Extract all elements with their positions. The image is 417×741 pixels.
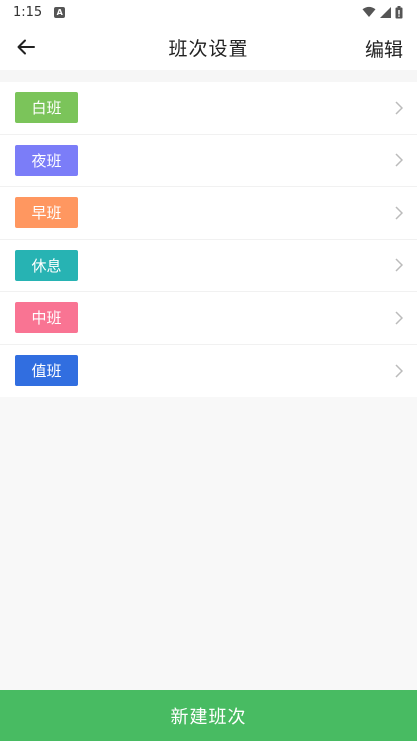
- new-shift-button[interactable]: 新建班次: [0, 690, 417, 741]
- battery-icon: [395, 5, 403, 18]
- shift-tag: 中班: [15, 302, 78, 334]
- shift-row-night[interactable]: 夜班: [0, 135, 417, 187]
- chevron-right-icon: [393, 258, 405, 272]
- shift-row-middle[interactable]: 中班: [0, 292, 417, 345]
- app-bar: 班次设置 编辑: [0, 24, 417, 70]
- shift-tag: 夜班: [15, 144, 78, 176]
- shift-row-duty[interactable]: 值班: [0, 345, 417, 398]
- shift-row-day[interactable]: 白班: [0, 82, 417, 135]
- edit-button[interactable]: 编辑: [365, 35, 403, 62]
- shift-list: 白班 夜班 早班 休息 中班 值班: [0, 82, 417, 397]
- chevron-right-icon: [393, 153, 405, 167]
- chevron-right-icon: [393, 206, 405, 220]
- back-button[interactable]: [14, 35, 38, 59]
- status-bar: 1:15 A: [0, 0, 417, 24]
- wifi-icon: [362, 6, 376, 17]
- page-title: 班次设置: [168, 37, 249, 60]
- section-divider: [0, 70, 417, 82]
- arrow-left-icon: [17, 39, 35, 55]
- shift-tag: 早班: [15, 197, 78, 229]
- notification-a-icon: A: [54, 6, 66, 18]
- shift-tag: 休息: [15, 249, 78, 281]
- chevron-right-icon: [393, 101, 405, 115]
- shift-tag: 白班: [15, 92, 78, 124]
- status-time: 1:15: [13, 4, 43, 20]
- signal-icon: [380, 6, 391, 18]
- shift-row-rest[interactable]: 休息: [0, 240, 417, 292]
- shift-row-morning[interactable]: 早班: [0, 187, 417, 240]
- chevron-right-icon: [393, 311, 405, 325]
- chevron-right-icon: [393, 364, 405, 378]
- shift-tag: 值班: [15, 355, 78, 387]
